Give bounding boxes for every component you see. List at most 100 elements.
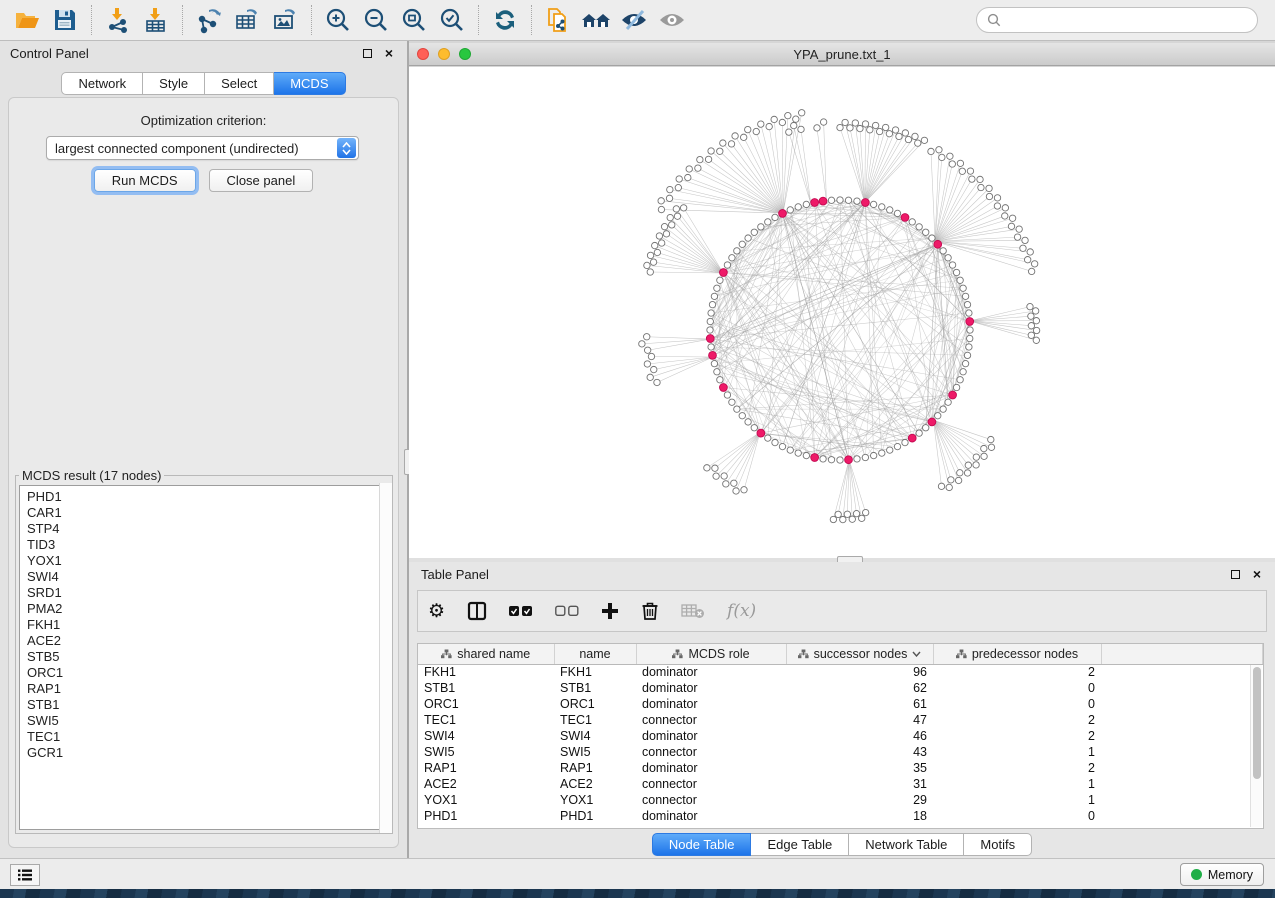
- export-table-icon[interactable]: [230, 4, 264, 36]
- mcds-result-item[interactable]: TID3: [27, 537, 388, 553]
- cell-successor-nodes: 62: [786, 680, 933, 696]
- run-mcds-button[interactable]: Run MCDS: [94, 169, 196, 192]
- list-icon: [17, 868, 33, 882]
- close-panel-button[interactable]: Close panel: [209, 169, 314, 192]
- mcds-result-item[interactable]: CAR1: [27, 505, 388, 521]
- function-builder-icon[interactable]: f(x): [727, 601, 756, 621]
- table-row[interactable]: RAP1RAP1dominator352: [418, 760, 1263, 776]
- memory-button[interactable]: Memory: [1180, 863, 1264, 886]
- cell-shared-name: FKH1: [418, 664, 554, 680]
- cell-shared-name: YOX1: [418, 792, 554, 808]
- table-row[interactable]: PHD1PHD1dominator180: [418, 808, 1263, 824]
- zoom-fit-icon[interactable]: [397, 4, 431, 36]
- export-network-icon[interactable]: [192, 4, 226, 36]
- mcds-result-item[interactable]: SWI5: [27, 713, 388, 729]
- table-row[interactable]: SWI5SWI5connector431: [418, 744, 1263, 760]
- refresh-view-icon[interactable]: [488, 4, 522, 36]
- zoom-out-icon[interactable]: [359, 4, 393, 36]
- node-table-container: shared namenameMCDS rolesuccessor nodesp…: [417, 643, 1264, 829]
- network-overview-icon[interactable]: [579, 4, 613, 36]
- delete-column-icon[interactable]: [641, 601, 659, 621]
- table-row[interactable]: ACE2ACE2connector311: [418, 776, 1263, 792]
- cytoscape-window: Control Panel × NetworkStyleSelectMCDS O…: [0, 0, 1275, 898]
- create-column-icon[interactable]: [601, 602, 619, 620]
- select-all-columns-icon[interactable]: [509, 605, 533, 617]
- search-input[interactable]: [1001, 12, 1247, 29]
- cell-name: SWI5: [554, 744, 636, 760]
- import-network-icon[interactable]: [101, 4, 135, 36]
- delete-table-icon[interactable]: [681, 603, 705, 619]
- node-table[interactable]: shared namenameMCDS rolesuccessor nodesp…: [418, 644, 1263, 824]
- mcds-result-item[interactable]: STB5: [27, 649, 388, 665]
- table-row[interactable]: YOX1YOX1connector291: [418, 792, 1263, 808]
- mcds-result-item[interactable]: FKH1: [27, 617, 388, 633]
- table-scrollbar[interactable]: [1250, 665, 1262, 827]
- mcds-result-item[interactable]: ORC1: [27, 665, 388, 681]
- tab-mcds[interactable]: MCDS: [274, 72, 345, 95]
- open-session-icon[interactable]: [10, 4, 44, 36]
- zoom-in-icon[interactable]: [321, 4, 355, 36]
- column-layout-icon[interactable]: [467, 601, 487, 621]
- minimize-window-icon[interactable]: [438, 48, 450, 60]
- network-canvas[interactable]: [409, 67, 1275, 558]
- duplicate-network-icon[interactable]: [541, 4, 575, 36]
- export-image-icon[interactable]: [268, 4, 302, 36]
- mcds-result-item[interactable]: RAP1: [27, 681, 388, 697]
- float-panel-icon[interactable]: [359, 45, 375, 61]
- tab-style[interactable]: Style: [143, 72, 205, 95]
- mcds-result-list[interactable]: PHD1CAR1STP4TID3YOX1SWI4SRD1PMA2FKH1ACE2…: [19, 485, 389, 830]
- zoom-selected-icon[interactable]: [435, 4, 469, 36]
- cell-predecessor-nodes: 1: [933, 744, 1101, 760]
- mcds-result-item[interactable]: SRD1: [27, 585, 388, 601]
- tab-network[interactable]: Network: [61, 72, 143, 95]
- network-view-titlebar[interactable]: YPA_prune.txt_1: [409, 43, 1275, 66]
- mcds-result-item[interactable]: PMA2: [27, 601, 388, 617]
- mcds-result-item[interactable]: PHD1: [27, 489, 388, 505]
- column-header-MCDS-role[interactable]: MCDS role: [636, 644, 786, 664]
- table-row[interactable]: FKH1FKH1dominator962: [418, 664, 1263, 680]
- import-table-icon[interactable]: [139, 4, 173, 36]
- cell-MCDS-role: connector: [636, 712, 786, 728]
- float-panel-icon[interactable]: [1227, 566, 1243, 582]
- criterion-select[interactable]: largest connected component (undirected): [46, 136, 359, 160]
- column-header-name[interactable]: name: [554, 644, 636, 664]
- close-window-icon[interactable]: [417, 48, 429, 60]
- result-list-scrollbar[interactable]: [379, 483, 392, 833]
- table-row[interactable]: SWI4SWI4dominator462: [418, 728, 1263, 744]
- cell-name: TEC1: [554, 712, 636, 728]
- hide-selected-icon[interactable]: [617, 4, 651, 36]
- mcds-result-item[interactable]: STB1: [27, 697, 388, 713]
- table-row[interactable]: ORC1ORC1dominator610: [418, 696, 1263, 712]
- table-settings-icon[interactable]: ⚙: [428, 602, 445, 621]
- mcds-result-item[interactable]: SWI4: [27, 569, 388, 585]
- show-all-icon[interactable]: [655, 4, 689, 36]
- tab-edge-table[interactable]: Edge Table: [751, 833, 849, 856]
- cell-MCDS-role: dominator: [636, 808, 786, 824]
- table-row[interactable]: TEC1TEC1connector472: [418, 712, 1263, 728]
- tab-network-table[interactable]: Network Table: [849, 833, 964, 856]
- network-graph[interactable]: [409, 67, 1275, 558]
- mcds-result-item[interactable]: GCR1: [27, 745, 388, 761]
- table-row[interactable]: STB1STB1dominator620: [418, 680, 1263, 696]
- column-header-predecessor-nodes[interactable]: predecessor nodes: [933, 644, 1101, 664]
- cell-name: ACE2: [554, 776, 636, 792]
- scrollbar-thumb[interactable]: [1253, 667, 1261, 779]
- search-box[interactable]: [976, 7, 1258, 33]
- close-panel-icon[interactable]: ×: [1249, 566, 1265, 582]
- cell-successor-nodes: 46: [786, 728, 933, 744]
- task-history-button[interactable]: [10, 864, 40, 886]
- deselect-all-columns-icon[interactable]: [555, 605, 579, 617]
- mcds-result-item[interactable]: YOX1: [27, 553, 388, 569]
- tab-select[interactable]: Select: [205, 72, 274, 95]
- save-session-icon[interactable]: [48, 4, 82, 36]
- close-panel-icon[interactable]: ×: [381, 45, 397, 61]
- mcds-result-item[interactable]: STP4: [27, 521, 388, 537]
- table-panel-title: Table Panel: [421, 567, 489, 582]
- tab-motifs[interactable]: Motifs: [964, 833, 1032, 856]
- column-header-shared-name[interactable]: shared name: [418, 644, 554, 664]
- mcds-result-item[interactable]: ACE2: [27, 633, 388, 649]
- tab-node-table[interactable]: Node Table: [652, 833, 752, 856]
- maximize-window-icon[interactable]: [459, 48, 471, 60]
- column-header-successor-nodes[interactable]: successor nodes: [786, 644, 933, 664]
- mcds-result-item[interactable]: TEC1: [27, 729, 388, 745]
